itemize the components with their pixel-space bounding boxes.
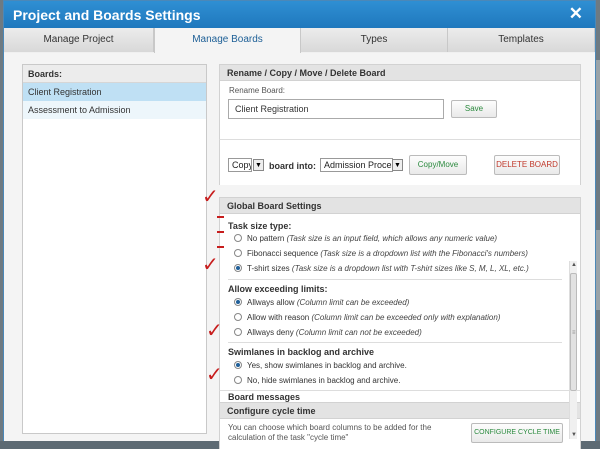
exceeding-option[interactable]: Allways allow (Column limit can be excee… — [234, 298, 409, 307]
board-item-assessment[interactable]: Assessment to Admission — [23, 101, 206, 119]
tab-types[interactable]: Types — [301, 28, 448, 52]
tab-templates[interactable]: Templates — [448, 28, 595, 52]
option-name: Allow with reason — [247, 313, 310, 322]
board-settings-panel: Rename / Copy / Move / Delete Board Rena… — [219, 64, 581, 449]
task-size-option[interactable]: Fibonacci sequence (Task size is a dropd… — [234, 249, 528, 258]
board-messages-row: Board messages — [219, 390, 581, 402]
divider — [228, 342, 562, 343]
option-description: (Column limit can be exceeded) — [296, 298, 410, 307]
annotation-dash-icon — [217, 216, 224, 218]
configure-cycle-time-button[interactable]: CONFIGURE CYCLE TIME — [471, 423, 563, 443]
chevron-down-icon[interactable]: ▼ — [392, 159, 403, 171]
tab-manage-project[interactable]: Manage Project — [4, 28, 154, 52]
board-messages-label: Board messages — [228, 392, 301, 402]
annotation-dash-icon — [217, 231, 224, 233]
exceeding-option[interactable]: Allow with reason (Column limit can be e… — [234, 313, 500, 322]
radio-button[interactable] — [234, 361, 242, 369]
delete-board-button[interactable]: DELETE BOARD — [494, 155, 560, 175]
swimlanes-label: Swimlanes in backlog and archive — [228, 347, 375, 357]
radio-button[interactable] — [234, 328, 242, 336]
task-size-option[interactable]: No pattern (Task size is an input field,… — [234, 234, 497, 243]
grip-icon: ≡ — [572, 330, 576, 336]
option-description: (Column limit can be exceeded only with … — [311, 313, 501, 322]
save-button[interactable]: Save — [451, 100, 497, 118]
option-name: T-shirt sizes — [247, 264, 290, 273]
option-name: Fibonacci sequence — [247, 249, 319, 258]
chevron-down-icon[interactable]: ▼ — [253, 159, 264, 171]
task-size-label: Task size type: — [228, 221, 292, 231]
global-settings-section: Task size type: No pattern (Task size is… — [219, 214, 581, 390]
close-icon[interactable]: ✕ — [569, 4, 583, 24]
settings-scrollbar[interactable]: ▲ ≡ ▼ — [569, 261, 577, 439]
scroll-down-icon[interactable]: ▼ — [570, 431, 578, 439]
tab-bar: Manage Project Manage Boards Types Templ… — [4, 28, 595, 53]
board-item-client-registration[interactable]: Client Registration — [23, 83, 206, 101]
boards-panel: Boards: Client Registration Assessment t… — [22, 64, 207, 434]
target-project-select[interactable]: Admission Proces: — [320, 158, 393, 172]
swimlanes-option[interactable]: Yes, show swimlanes in backlog and archi… — [234, 361, 407, 370]
radio-button[interactable] — [234, 298, 242, 306]
copy-section: Copy ▼ board into: Admission Proces: ▼ C… — [219, 139, 581, 185]
dialog-titlebar: Project and Boards Settings ✕ — [4, 1, 595, 28]
swimlanes-option[interactable]: No, hide swimlanes in backlog and archiv… — [234, 376, 400, 385]
radio-button[interactable] — [234, 376, 242, 384]
copy-board-into-label: board into: — [269, 161, 316, 171]
scroll-thumb[interactable]: ≡ — [570, 273, 577, 391]
option-description: (Task size is a dropdown list with T-shi… — [291, 264, 529, 273]
annotation-check-icon: ✓ — [202, 252, 219, 276]
dialog-content: Boards: Client Registration Assessment t… — [4, 53, 595, 449]
option-name: Allways deny — [247, 328, 294, 337]
cycle-time-description: You can choose which board columns to be… — [228, 423, 432, 432]
boards-header: Boards: — [23, 65, 206, 83]
rename-input[interactable]: Client Registration — [228, 99, 444, 119]
option-name: No pattern — [247, 234, 285, 243]
copy-action-select[interactable]: Copy — [228, 158, 252, 172]
global-settings-header: Global Board Settings — [219, 197, 581, 214]
rename-label: Rename Board: — [229, 86, 286, 95]
option-name: No, hide swimlanes in backlog and archiv… — [247, 376, 401, 385]
exceeding-option[interactable]: Allways deny (Column limit can not be ex… — [234, 328, 422, 337]
rename-section-header: Rename / Copy / Move / Delete Board — [219, 64, 581, 81]
rename-section: Rename Board: Client Registration Save — [219, 81, 581, 139]
radio-button[interactable] — [234, 264, 242, 272]
task-size-option[interactable]: T-shirt sizes (Task size is a dropdown l… — [234, 264, 529, 273]
annotation-check-icon: ✓ — [206, 318, 223, 342]
annotation-check-icon: ✓ — [202, 184, 219, 208]
dialog-title: Project and Boards Settings — [13, 7, 201, 23]
exceeding-limits-label: Allow exceeding limits: — [228, 284, 328, 294]
option-description: (Task size is a dropdown list with the F… — [320, 249, 528, 258]
scroll-up-icon[interactable]: ▲ — [570, 261, 578, 269]
copy-move-button[interactable]: Copy/Move — [409, 155, 467, 175]
option-name: Yes, show swimlanes in backlog and archi… — [247, 361, 407, 370]
radio-button[interactable] — [234, 249, 242, 257]
tab-manage-boards[interactable]: Manage Boards — [154, 28, 301, 53]
option-description: (Column limit can not be exceeded) — [295, 328, 422, 337]
option-name: Allways allow — [247, 298, 295, 307]
divider — [228, 279, 562, 280]
annotation-check-icon: ✓ — [206, 362, 223, 386]
option-description: (Task size is an input field, which allo… — [286, 234, 498, 243]
radio-button[interactable] — [234, 313, 242, 321]
cycle-time-section: You can choose which board columns to be… — [219, 419, 581, 449]
annotation-dash-icon — [217, 246, 224, 248]
cycle-time-header: Configure cycle time — [219, 402, 581, 419]
settings-dialog: Project and Boards Settings ✕ Manage Pro… — [3, 0, 596, 449]
radio-button[interactable] — [234, 234, 242, 242]
